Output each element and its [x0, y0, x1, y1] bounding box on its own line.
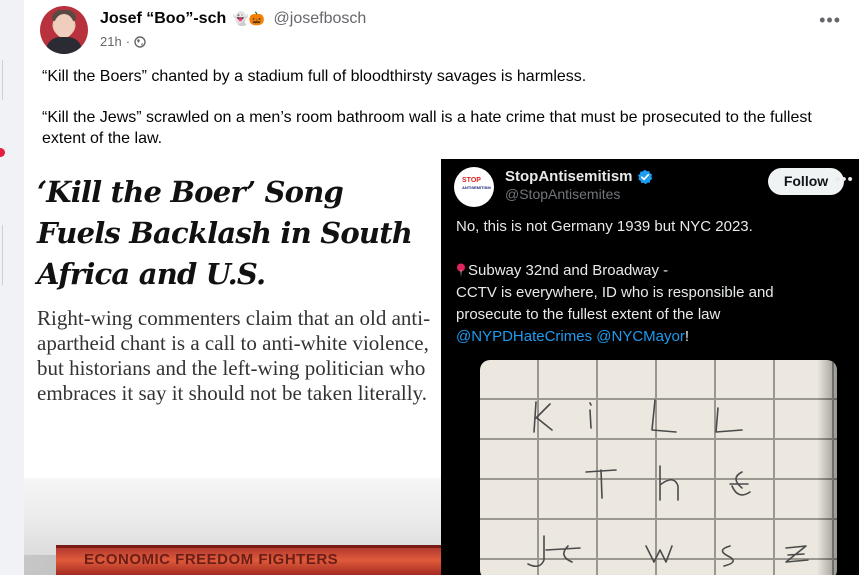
post-more-options-button[interactable]: ••• [819, 11, 841, 29]
tweet-line: Subway 32nd and Broadway - [456, 260, 851, 282]
eff-banner: ECONOMIC FREEDOM FIGHTERS [56, 545, 441, 575]
scrawl-letter [585, 469, 617, 499]
article-subhead: Right-wing commenters claim that an old … [37, 306, 431, 405]
follow-button: Follow [768, 168, 844, 195]
tweet-line: No, this is not Germany 1939 but NYC 202… [456, 218, 753, 235]
map-pin-icon [457, 263, 465, 277]
logo-text: STOP [462, 177, 481, 184]
meta-separator: · [125, 34, 131, 49]
scrawl-letter [589, 402, 592, 429]
notification-dot [0, 148, 5, 157]
left-divider [2, 225, 3, 285]
stopantisemitism-logo: STOP ANTISEMITISM [454, 167, 494, 207]
scrawl-letter [721, 545, 734, 567]
logo-text: ANTISEMITISM [462, 185, 491, 190]
nyt-headline-image[interactable]: ‘Kill the Boer’ Song Fuels Backlash in S… [24, 160, 441, 575]
article-headline: ‘Kill the Boer’ Song Fuels Backlash in S… [37, 175, 413, 291]
post-paragraph: “Kill the Boers” chanted by a stadium fu… [42, 68, 587, 85]
post-paragraph: “Kill the Jews” scrawled on a men’s room… [42, 109, 812, 147]
author-handle[interactable]: @josefbosch [274, 10, 367, 27]
post-body: “Kill the Boers” chanted by a stadium fu… [42, 66, 832, 149]
author-name[interactable]: Josef “Boo”-sch [100, 10, 226, 27]
tweet-more-icon: ••• [835, 171, 854, 188]
scrawl-letter [651, 399, 677, 433]
rally-photo: ECONOMIC FREEDOM FIGHTERS [24, 478, 441, 575]
tweet-author-name: StopAntisemitism [505, 168, 633, 185]
scrawl-letter [659, 465, 679, 501]
scrawl-letter [715, 407, 743, 433]
scrawl-letter [527, 535, 545, 568]
tweet-line-text: Subway 32nd and Broadway - [468, 262, 669, 279]
avatar-face [54, 14, 74, 38]
tweet-line: @NYPDHateCrimes @NYCMayor! [456, 326, 851, 348]
post-time[interactable]: 21h [100, 34, 122, 49]
scrawl-letter [545, 545, 581, 563]
avatar-suit [46, 37, 82, 54]
scrawl-letter [645, 545, 673, 563]
tweet-author-handle: @StopAntisemites [505, 186, 621, 202]
post-meta: 21h · [100, 34, 146, 49]
author-avatar[interactable] [40, 6, 88, 54]
facebook-post: Josef “Boo”-sch 👻🎃 @josefbosch 21h · •••… [24, 0, 859, 575]
bathroom-wall-photo [480, 360, 837, 575]
scrawl-letter [785, 545, 809, 563]
tweet-line: prosecute to the fullest extent of the l… [456, 306, 721, 323]
verified-badge-icon [637, 169, 652, 184]
tweet-line: CCTV is everywhere, ID who is responsibl… [456, 284, 774, 301]
scrawl-letter [533, 401, 553, 433]
banner-text: ECONOMIC FREEDOM FIGHTERS [84, 551, 339, 568]
post-header: Josef “Boo”-sch 👻🎃 @josefbosch 21h · ••• [40, 6, 859, 54]
author-emojis: 👻🎃 [232, 11, 266, 26]
scrawl-letter [729, 471, 751, 496]
author-line: Josef “Boo”-sch 👻🎃 @josefbosch [100, 10, 366, 28]
tweet-author-line: StopAntisemitism [505, 168, 653, 185]
tweet-punctuation: ! [684, 328, 690, 345]
mention-link: @NYCMayor [596, 328, 685, 345]
left-edge-strip [0, 0, 24, 575]
tweet-body: No, this is not Germany 1939 but NYC 202… [456, 216, 851, 348]
left-divider [2, 60, 3, 100]
scrawled-graffiti [527, 399, 809, 568]
globe-icon [134, 35, 146, 48]
tweet-screenshot-image[interactable]: STOP ANTISEMITISM StopAntisemitism @Stop… [441, 159, 859, 575]
mention-link: @NYPDHateCrimes [456, 328, 593, 345]
